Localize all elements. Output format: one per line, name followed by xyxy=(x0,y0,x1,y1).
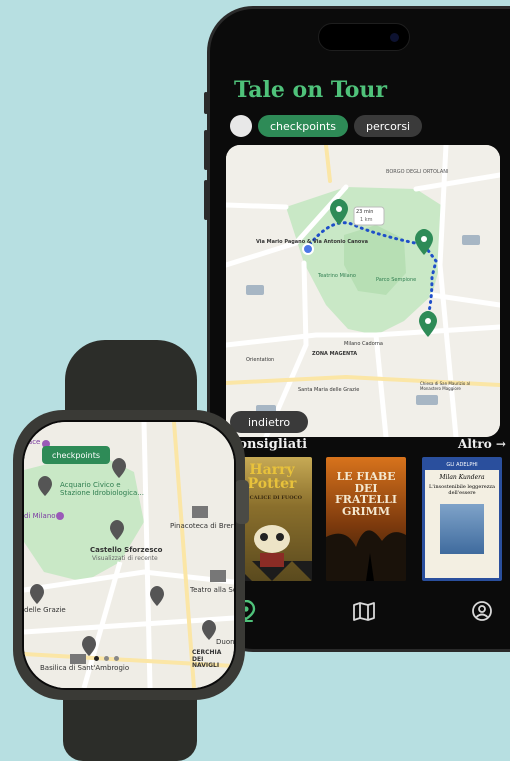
watch-label-pinacoteca: Pinacoteca di Brera xyxy=(170,522,234,530)
watch-map[interactable]: checkpoints Pace Acquario Civico e Stazi… xyxy=(24,422,234,688)
map-label-santa-maria: Santa Maria delle Grazie xyxy=(298,387,360,393)
watch-screen: checkpoints Pace Acquario Civico e Stazi… xyxy=(22,420,236,690)
bottom-tab-bar xyxy=(234,599,494,623)
map-label-route-start: Via Mario Pagano & Via Antonio Canova xyxy=(256,239,368,245)
watch-label-pace: Pace xyxy=(24,438,41,446)
watch-label-teatro: Teatro alla Sc xyxy=(190,586,234,594)
watch-label-ambrogio: Basilica di Sant'Ambrogio xyxy=(40,664,130,672)
watch-page-indicator xyxy=(94,656,119,661)
watch-label-milano: di Milano xyxy=(24,512,56,520)
book-carousel: Harry Potter IL CALICE DI FUOCO LE FIABE… xyxy=(232,457,502,583)
watch-checkpoints-chip[interactable]: checkpoints xyxy=(42,446,110,464)
map-label-borgo: BORGO DEGLI ORTOLANI xyxy=(386,169,449,175)
book-cover-grimm[interactable]: LE FIABE DEI FRATELLI GRIMM xyxy=(326,457,406,581)
dynamic-island xyxy=(318,23,410,51)
watch-label-duomo: Duon xyxy=(216,638,234,646)
page-dot-3 xyxy=(114,656,119,661)
tab-checkpoints[interactable]: checkpoints xyxy=(258,115,348,137)
tab-library[interactable] xyxy=(352,599,376,623)
map-label-parco: Parco Sempione xyxy=(376,277,417,283)
map-label-zona: ZONA MAGENTA xyxy=(312,351,358,357)
grimm-illustration xyxy=(326,530,406,581)
phone-volume-down xyxy=(204,180,208,220)
tab-profile[interactable] xyxy=(470,599,494,623)
profile-icon xyxy=(472,601,492,621)
map-label-san-maurizio: Chiesa di San Maurizio al Monastero Magg… xyxy=(420,381,471,391)
kundera-illustration xyxy=(440,504,484,554)
watch-crown[interactable] xyxy=(235,480,249,524)
phone-frame: Tale on Tour checkpoints percorsi BORGO … xyxy=(207,6,510,652)
route-map[interactable]: BORGO DEGLI ORTOLANI Via Mario Pagano & … xyxy=(226,145,500,437)
map-label-teatrino: Teatrino Milano xyxy=(318,273,356,279)
route-map-graphic xyxy=(226,145,500,437)
profile-avatar[interactable] xyxy=(230,115,252,137)
watch-label-castello-sub: Visualizzati di recente xyxy=(92,555,158,562)
phone-volume-up xyxy=(204,130,208,170)
book-title-kundera: L'insostenibile leggerezza dell'essere xyxy=(429,484,495,496)
watch-label-acquario: Acquario Civico e Stazione Idrobiologica… xyxy=(60,481,144,497)
book-publisher-kundera: GLI ADELPHI xyxy=(425,460,499,470)
watch-strap-bottom xyxy=(63,690,197,761)
book-author-kundera: Milan Kundera xyxy=(439,474,485,481)
watch-label-castello: Castello Sforzesco xyxy=(90,546,163,554)
page-dot-1 xyxy=(94,656,99,661)
watch-label-grazie: delle Grazie xyxy=(24,606,66,614)
tab-percorsi[interactable]: percorsi xyxy=(354,115,423,137)
page-dot-2 xyxy=(104,656,109,661)
recommended-header: Consigliati Altro → xyxy=(228,437,506,452)
book-map-icon xyxy=(353,602,375,621)
map-label-cadorna: Milano Cadorna xyxy=(344,341,383,347)
segment-control: checkpoints percorsi xyxy=(230,115,423,137)
map-label-distance: 1 km xyxy=(360,217,373,223)
book-cover-kundera[interactable]: GLI ADELPHI Milan Kundera L'insostenibil… xyxy=(422,457,502,581)
map-label-orientation: Orientation xyxy=(246,357,275,363)
phone-side-button xyxy=(204,92,208,114)
back-button[interactable]: indietro xyxy=(230,411,309,433)
see-more-link[interactable]: Altro → xyxy=(458,437,506,452)
map-label-time: 23 min xyxy=(356,209,374,215)
watch-label-cerchia: CERCHIA DEI NAVIGLI xyxy=(192,649,222,670)
app-title: Tale on Tour xyxy=(234,77,387,103)
